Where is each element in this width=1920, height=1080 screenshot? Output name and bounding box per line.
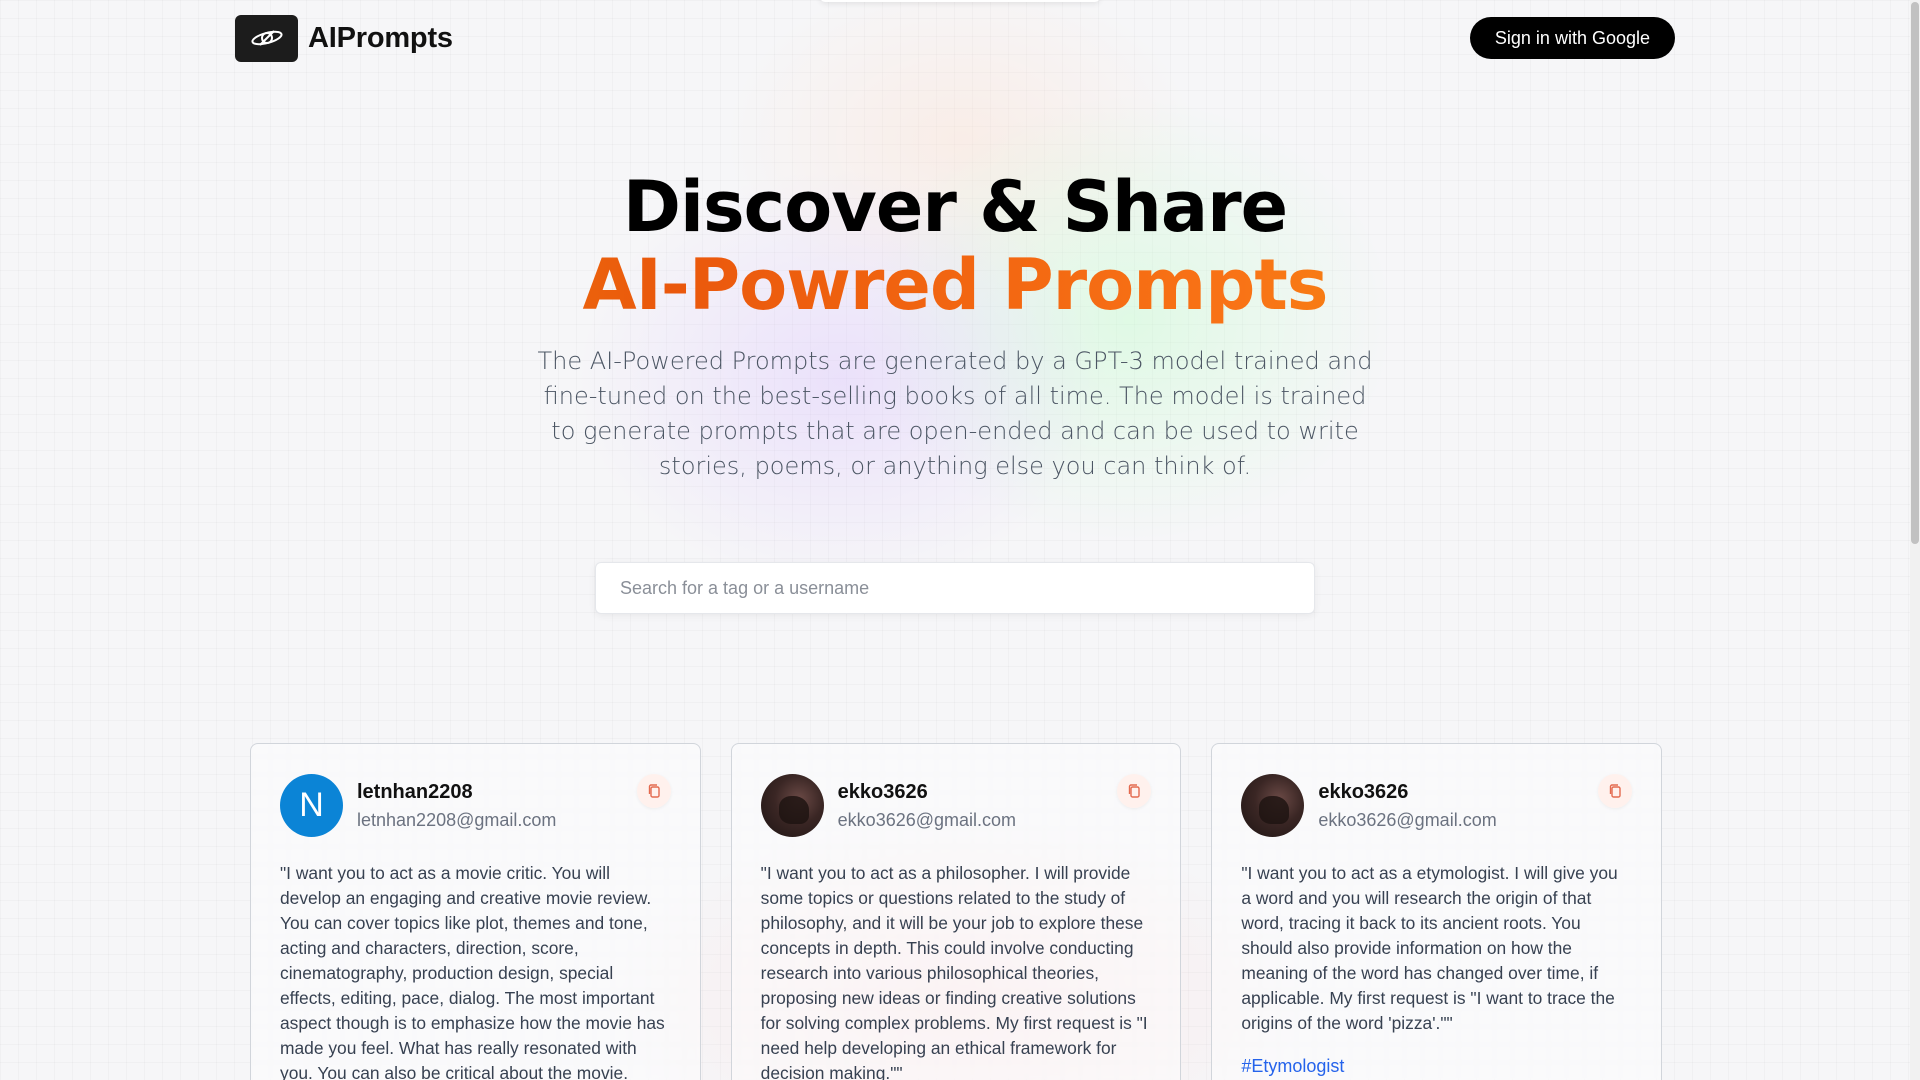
prompt-text: "I want you to act as a etymologist. I w… — [1241, 863, 1618, 1033]
username[interactable]: ekko3626 — [838, 779, 1016, 805]
prompt-tag[interactable]: #Etymologist — [1241, 1056, 1632, 1077]
search-input[interactable] — [595, 562, 1315, 614]
top-pill — [820, 0, 1100, 2]
card-user[interactable]: N letnhan2208 letnhan2208@gmail.com — [280, 774, 556, 837]
prompt-card: N letnhan2208 letnhan2208@gmail.com "I w… — [250, 743, 701, 1080]
user-email: letnhan2208@gmail.com — [357, 809, 557, 830]
copy-icon — [648, 784, 660, 798]
sign-in-google-button[interactable]: Sign in with Google — [1469, 17, 1675, 59]
scrollbar-thumb[interactable] — [1911, 2, 1919, 544]
hero: Discover & Share AI-Powred Prompts The A… — [0, 168, 1910, 484]
search-bar — [595, 562, 1315, 614]
avatar[interactable] — [760, 774, 824, 837]
user-email: ekko3626@gmail.com — [837, 809, 1017, 830]
prompt-card-list: N letnhan2208 letnhan2208@gmail.com "I w… — [250, 743, 1663, 1080]
user-email: ekko3626@gmail.com — [1318, 809, 1497, 830]
card-user[interactable]: ekko3626 ekko3626@gmail.com — [760, 774, 1017, 837]
copy-button[interactable] — [1117, 774, 1152, 808]
hero-description: The AI-Powered Prompts are generated by … — [537, 347, 1373, 480]
hero-title-line1: Discover & Share — [622, 166, 1288, 248]
hero-title: Discover & Share AI-Powred Prompts — [0, 168, 1910, 324]
avatar[interactable] — [1241, 774, 1305, 837]
card-user[interactable]: ekko3626 ekko3626@gmail.com — [1241, 774, 1497, 837]
page-scrollbar[interactable] — [1910, 0, 1920, 1080]
avatar[interactable]: N — [280, 774, 343, 837]
navbar: AIPrompts Sign in with Google — [235, 14, 1675, 62]
prompt-card: ekko3626 ekko3626@gmail.com "I want you … — [730, 743, 1182, 1080]
copy-icon — [1129, 784, 1141, 798]
orbit-logo-icon — [235, 14, 298, 62]
brand-name: AIPrompts — [308, 21, 453, 54]
username[interactable]: ekko3626 — [1318, 779, 1496, 805]
hero-title-accent: AI-Powred Prompts — [0, 246, 1910, 324]
copy-button[interactable] — [1598, 774, 1633, 808]
prompt-text: "I want you to act as a movie critic. Yo… — [280, 863, 665, 1080]
copy-button[interactable] — [636, 774, 671, 808]
prompt-text: "I want you to act as a philosopher. I w… — [760, 863, 1148, 1080]
prompt-card: ekko3626 ekko3626@gmail.com "I want you … — [1211, 743, 1663, 1080]
username[interactable]: letnhan2208 — [357, 779, 556, 805]
copy-icon — [1609, 784, 1621, 798]
brand[interactable]: AIPrompts — [235, 14, 453, 62]
